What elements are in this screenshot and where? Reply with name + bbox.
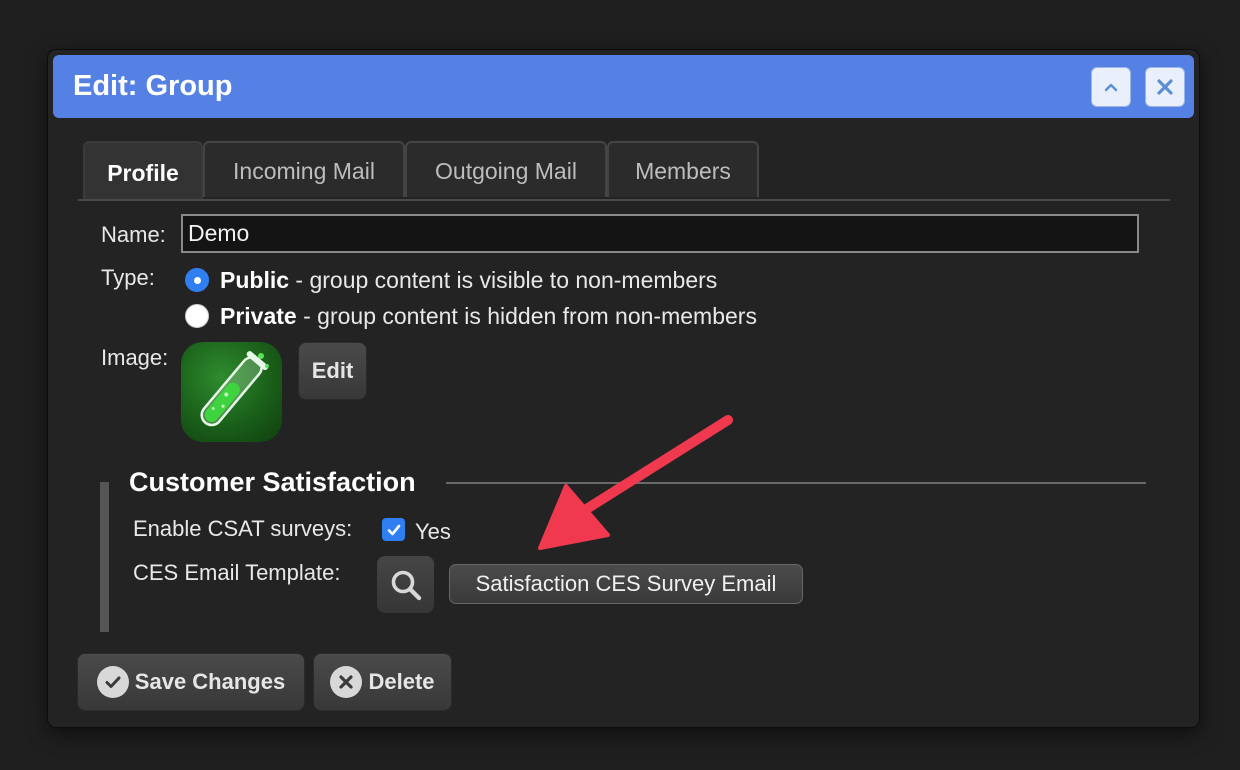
type-public-desc: - group content is visible to non-member… — [289, 266, 718, 293]
check-circle-icon — [96, 666, 129, 698]
name-input[interactable] — [181, 214, 1139, 253]
group-image — [181, 342, 282, 442]
close-icon — [1157, 79, 1173, 95]
x-circle-icon — [330, 666, 363, 698]
type-private-title: Private — [220, 302, 297, 329]
checkmark-icon — [387, 524, 400, 535]
tab-bar: Profile Incoming Mail Outgoing Mail Memb… — [78, 141, 1170, 201]
dialog-titlebar: Edit: Group — [53, 55, 1194, 118]
delete-label: Delete — [368, 669, 435, 694]
image-edit-button[interactable]: Edit — [298, 342, 367, 400]
fieldset-border — [100, 482, 109, 632]
type-public-title: Public — [220, 266, 290, 293]
radio-public[interactable] — [185, 268, 209, 292]
type-private-text: Private - group content is hidden from n… — [220, 303, 757, 330]
tab-incoming-mail[interactable]: Incoming Mail — [203, 141, 405, 197]
delete-button[interactable]: Delete — [313, 653, 452, 711]
template-search-button[interactable] — [377, 556, 434, 613]
save-changes-button[interactable]: Save Changes — [77, 653, 305, 711]
ces-template-label: CES Email Template: — [133, 560, 341, 585]
type-private-desc: - group content is hidden from non-membe… — [296, 302, 757, 329]
csat-enable-label: Enable CSAT surveys: — [133, 516, 353, 541]
type-public-option[interactable]: Public - group content is visible to non… — [185, 265, 717, 295]
csat-enable-value: Yes — [415, 519, 451, 544]
ces-template-chip[interactable]: Satisfaction CES Survey Email — [449, 564, 803, 604]
csat-enable-checkbox[interactable] — [382, 518, 405, 541]
edit-group-dialog: Edit: Group Profile Incoming Mail Outgoi… — [48, 50, 1199, 727]
type-public-text: Public - group content is visible to non… — [220, 267, 717, 294]
test-tube-icon — [200, 351, 269, 427]
tab-members[interactable]: Members — [607, 141, 759, 197]
type-private-option[interactable]: Private - group content is hidden from n… — [185, 301, 757, 331]
tab-profile[interactable]: Profile — [83, 141, 203, 199]
search-icon — [391, 570, 421, 600]
save-changes-label: Save Changes — [134, 669, 286, 694]
image-label: Image: — [101, 345, 169, 370]
type-label: Type: — [101, 265, 155, 290]
chevron-up-icon — [1104, 83, 1118, 92]
close-button[interactable] — [1145, 67, 1185, 107]
dialog-title: Edit: Group — [73, 70, 233, 102]
csat-legend: Customer Satisfaction — [129, 467, 416, 497]
fieldset-divider — [446, 482, 1146, 484]
radio-private[interactable] — [185, 304, 209, 328]
tab-outgoing-mail[interactable]: Outgoing Mail — [405, 141, 607, 197]
name-label: Name: — [101, 222, 166, 247]
collapse-button[interactable] — [1091, 67, 1131, 107]
